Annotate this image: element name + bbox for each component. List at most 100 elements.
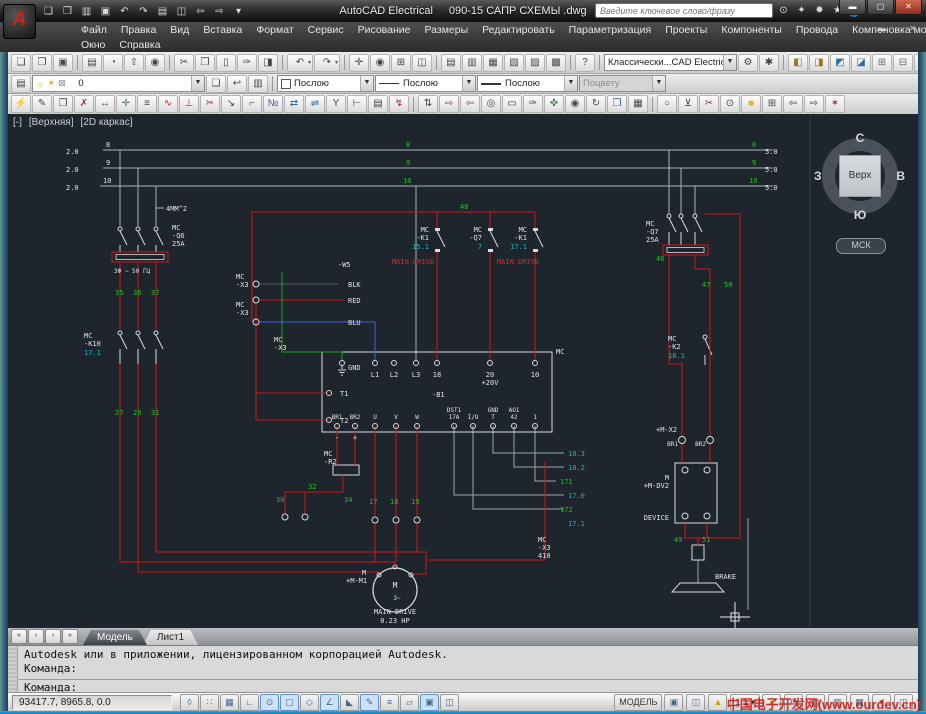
copy-wire-number-button[interactable]: ⇄: [284, 95, 304, 113]
layer-on-icon[interactable]: ☼: [36, 79, 44, 89]
tray-arrow-icon[interactable]: ▾: [872, 694, 891, 711]
copy-component-button[interactable]: ❐: [53, 95, 73, 113]
3d-osnap-toggle[interactable]: ◇: [300, 694, 319, 711]
qp-toggle[interactable]: ▣: [420, 694, 439, 711]
bend-wire-button[interactable]: ⌐: [242, 95, 262, 113]
zoom-window-button[interactable]: ⊞: [391, 54, 411, 72]
swap-wire-numbers-button[interactable]: ⇌: [305, 95, 325, 113]
location-box-button[interactable]: ▭: [502, 95, 522, 113]
menu-item[interactable]: Окно: [74, 39, 112, 51]
clean-screen-button[interactable]: ◫: [894, 694, 913, 711]
osnap-toggle[interactable]: ▢: [280, 694, 299, 711]
chevron-down-icon[interactable]: ▼: [564, 76, 577, 91]
grid-toggle[interactable]: ▦: [220, 694, 239, 711]
show-attribute-button[interactable]: ◉: [565, 95, 585, 113]
crosshair-cursor[interactable]: [720, 602, 750, 628]
cut-button[interactable]: ✂: [174, 54, 194, 72]
fan-in-source-button[interactable]: Y: [326, 95, 346, 113]
close-button[interactable]: ✕: [895, 0, 922, 15]
workspace-settings-button[interactable]: ⚙: [738, 54, 758, 72]
viewport-control[interactable]: [2D каркас]: [80, 117, 132, 128]
plot-button[interactable]: ▤: [82, 54, 102, 72]
menu-item[interactable]: Редактировать: [475, 24, 562, 36]
sheet-set-manager-button[interactable]: ▧: [504, 54, 524, 72]
source-arrow-button[interactable]: ⇨: [439, 95, 459, 113]
publish-button[interactable]: ◫: [173, 4, 190, 19]
workspace-combo[interactable]: Классически...CAD Electric ▼: [604, 54, 737, 71]
layer-combo[interactable]: ☼☀⊠■ 0 ▼: [32, 75, 205, 92]
toggle-wire-dot-button[interactable]: ○: [657, 95, 677, 113]
previous-dwg-button[interactable]: ⇦: [783, 95, 803, 113]
lineweight-combo[interactable]: Послою ▼: [477, 75, 578, 92]
pan-button[interactable]: ✛: [349, 54, 369, 72]
annotation-scale-button[interactable]: 1:1 ▾: [730, 694, 760, 711]
help-button[interactable]: ?: [575, 54, 595, 72]
sheetset-button[interactable]: ▥: [78, 4, 95, 19]
tab-layout1[interactable]: Лист1: [143, 630, 198, 645]
layer-color-swatch[interactable]: ■: [69, 79, 74, 89]
tab-nav-button[interactable]: ›: [45, 629, 61, 644]
drawing-canvas[interactable]: [-][Верхняя][2D каркас]: [8, 114, 918, 628]
search-icon[interactable]: ⊙: [776, 4, 791, 18]
minimize-button[interactable]: ▬: [839, 0, 866, 15]
catalog-browser-button[interactable]: ◨: [809, 54, 829, 72]
wcs-button[interactable]: МСК: [836, 238, 886, 254]
wire-type-button[interactable]: ■: [741, 95, 761, 113]
command-window-grip[interactable]: [8, 646, 18, 693]
convert-wire-button[interactable]: ⊞: [762, 95, 782, 113]
menu-item[interactable]: Компоненты: [714, 24, 789, 36]
layout-button[interactable]: ◫: [686, 694, 705, 711]
retag-drawing-button[interactable]: ❒: [607, 95, 627, 113]
zoom-realtime-button[interactable]: ◉: [370, 54, 390, 72]
quick-calc-button[interactable]: ▩: [546, 54, 566, 72]
stretch-wire-button[interactable]: ↘: [221, 95, 241, 113]
chevron-down-icon[interactable]: ▼: [191, 76, 204, 91]
color-combo[interactable]: Послою ▼: [277, 75, 374, 92]
new-button[interactable]: ❏: [40, 4, 57, 19]
tab-nav-button[interactable]: «: [11, 629, 27, 644]
menu-item[interactable]: Вставка: [196, 24, 249, 36]
menu-item[interactable]: Справка: [112, 39, 167, 51]
plot-preview-button[interactable]: ◔: [103, 54, 123, 72]
annotation-visibility-icon[interactable]: ▲: [708, 694, 727, 711]
copy-button[interactable]: ❒: [195, 54, 215, 72]
qat-customize-button[interactable]: ▾: [230, 4, 247, 19]
dyn-toggle[interactable]: ✎: [360, 694, 379, 711]
tray-xref-icon[interactable]: ▥: [828, 694, 847, 711]
open-button[interactable]: ❐: [59, 4, 76, 19]
electrical-audit-button[interactable]: ⊞: [872, 54, 892, 72]
back-button[interactable]: ⇦: [192, 4, 209, 19]
drawing-audit-button[interactable]: ⊟: [893, 54, 913, 72]
menu-item[interactable]: Формат: [249, 24, 300, 36]
open-drawing-button[interactable]: ❐: [32, 54, 52, 72]
next-dwg-button[interactable]: ⇨: [804, 95, 824, 113]
tab-nav-button[interactable]: ‹: [28, 629, 44, 644]
publish-button[interactable]: ⇧: [124, 54, 144, 72]
delete-component-button[interactable]: ✗: [74, 95, 94, 113]
app-logo[interactable]: A: [3, 4, 36, 39]
schematic-report-button[interactable]: ◩: [830, 54, 850, 72]
project-manager-button[interactable]: ◧: [788, 54, 808, 72]
workspace-save-button[interactable]: ✱: [759, 54, 779, 72]
panel-report-button[interactable]: ◪: [851, 54, 871, 72]
forward-button[interactable]: ⇨: [211, 4, 228, 19]
3d-dwf-button[interactable]: ◉: [145, 54, 165, 72]
viewcube-top-face[interactable]: Верх: [839, 155, 881, 197]
ortho-toggle[interactable]: ∟: [240, 694, 259, 711]
linetype-combo[interactable]: Послою ▼: [375, 75, 476, 92]
plot-button[interactable]: ▤: [154, 4, 171, 19]
viewcube-east[interactable]: В: [896, 169, 905, 183]
otrack-toggle[interactable]: ∠: [320, 694, 339, 711]
make-layer-current-button[interactable]: ❏: [206, 75, 226, 93]
rotate-attribute-button[interactable]: ↻: [586, 95, 606, 113]
undo-button[interactable]: ↶: [116, 4, 133, 19]
layer-states-button[interactable]: ▥: [248, 75, 268, 93]
tray-filter-icon[interactable]: ▦: [850, 694, 869, 711]
update-signal-refs-button[interactable]: ⇅: [418, 95, 438, 113]
ducs-toggle[interactable]: ◣: [340, 694, 359, 711]
model-button[interactable]: МОДЕЛЬ: [614, 694, 662, 711]
subscription-icon[interactable]: ✦: [794, 4, 809, 18]
insert-splice-button[interactable]: ⊻: [678, 95, 698, 113]
chevron-down-icon[interactable]: ▼: [723, 55, 736, 70]
insert-wire-button[interactable]: ∿: [158, 95, 178, 113]
